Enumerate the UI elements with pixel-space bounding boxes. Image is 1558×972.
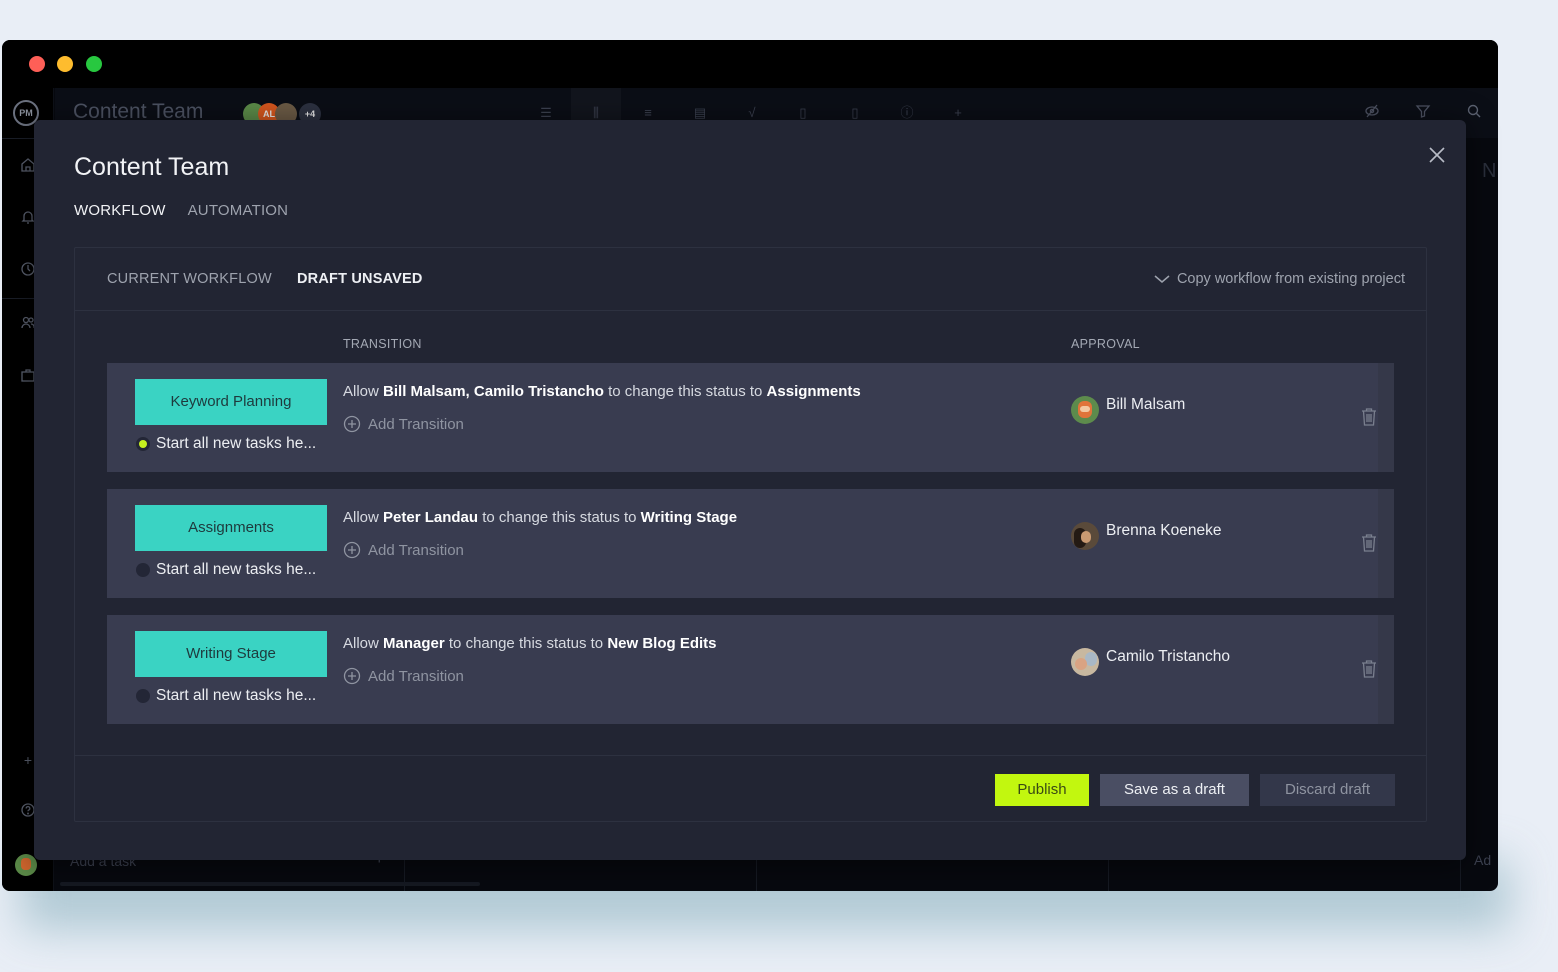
trash-icon[interactable] — [1360, 659, 1378, 679]
status-chip[interactable]: Keyword Planning — [135, 379, 327, 425]
title-bar — [2, 40, 1498, 88]
transition-middle-text: to change this status to — [448, 635, 604, 652]
background-column-label: N — [1482, 160, 1497, 182]
approver-avatar — [1071, 522, 1099, 550]
workflow-row: Assignments Start all new tasks he... Al… — [107, 489, 1394, 598]
start-status-label: Start all new tasks he... — [156, 561, 317, 578]
approver[interactable]: Camilo Tristancho — [1071, 647, 1230, 676]
plus-circle-icon — [343, 541, 361, 559]
copy-workflow-dropdown[interactable]: Copy workflow from existing project — [1153, 271, 1405, 287]
allow-prefix: Allow — [343, 383, 379, 400]
close-modal-button[interactable] — [1426, 144, 1448, 166]
modal-tabs: WORKFLOW AUTOMATION — [74, 202, 288, 219]
add-transition-label: Add Transition — [368, 667, 464, 685]
target-status[interactable]: Writing Stage — [641, 509, 737, 526]
workflow-panel-header: CURRENT WORKFLOW DRAFT UNSAVED Copy work… — [75, 248, 1426, 311]
publish-button[interactable]: Publish — [995, 774, 1089, 806]
background-add-label: Ad — [1474, 852, 1492, 868]
allowed-users[interactable]: Bill Malsam, Camilo Tristancho — [383, 383, 604, 400]
row-edge — [1378, 363, 1394, 472]
approver-avatar — [1071, 648, 1099, 676]
transition-middle-text: to change this status to — [482, 509, 637, 526]
plus-circle-icon — [343, 667, 361, 685]
transition-column-header: TRANSITION — [343, 337, 422, 351]
workflow-row: Writing Stage Start all new tasks he... … — [107, 615, 1394, 724]
close-icon — [1429, 147, 1445, 163]
horizontal-scrollbar[interactable] — [60, 882, 480, 886]
start-status-radio[interactable] — [136, 689, 150, 703]
target-status[interactable]: New Blog Edits — [607, 635, 716, 652]
allow-prefix: Allow — [343, 635, 379, 652]
transition-rule: Allow Manager to change this status to N… — [343, 635, 717, 652]
allowed-users[interactable]: Manager — [383, 635, 445, 652]
status-chip[interactable]: Writing Stage — [135, 631, 327, 677]
discard-draft-button[interactable]: Discard draft — [1260, 774, 1395, 806]
target-status[interactable]: Assignments — [767, 383, 861, 400]
user-avatar[interactable] — [15, 854, 37, 876]
start-status-label: Start all new tasks he... — [156, 435, 317, 452]
tab-automation[interactable]: AUTOMATION — [188, 202, 289, 219]
workflow-modal: Content Team WORKFLOW AUTOMATION CURRENT… — [34, 120, 1466, 860]
copy-workflow-label: Copy workflow from existing project — [1176, 271, 1405, 287]
transition-rule: Allow Peter Landau to change this status… — [343, 509, 737, 526]
tab-workflow[interactable]: WORKFLOW — [74, 202, 166, 219]
transition-rule: Allow Bill Malsam, Camilo Tristancho to … — [343, 383, 861, 400]
status-chip[interactable]: Assignments — [135, 505, 327, 551]
add-transition-label: Add Transition — [368, 541, 464, 559]
approver-name: Camilo Tristancho — [1106, 648, 1231, 665]
start-status-radio[interactable] — [136, 563, 150, 577]
workflow-row: Keyword Planning Start all new tasks he.… — [107, 363, 1394, 472]
maximize-window-button[interactable] — [86, 56, 102, 72]
add-transition-button[interactable]: Add Transition — [343, 667, 464, 685]
transition-middle-text: to change this status to — [608, 383, 763, 400]
minimize-window-button[interactable] — [57, 56, 73, 72]
approval-column-header: APPROVAL — [1071, 337, 1140, 351]
chevron-down-icon — [1154, 275, 1170, 283]
tab-current-workflow[interactable]: CURRENT WORKFLOW — [107, 271, 272, 287]
plus-circle-icon — [343, 415, 361, 433]
add-transition-button[interactable]: Add Transition — [343, 415, 464, 433]
save-draft-button[interactable]: Save as a draft — [1100, 774, 1249, 806]
start-status-radio[interactable] — [136, 437, 150, 451]
panel-footer-divider — [75, 755, 1426, 756]
approver-name: Brenna Koeneke — [1106, 522, 1222, 539]
add-transition-label: Add Transition — [368, 415, 464, 433]
search-icon[interactable] — [1464, 103, 1484, 123]
trash-icon[interactable] — [1360, 533, 1378, 553]
tab-draft-unsaved[interactable]: DRAFT UNSAVED — [297, 271, 423, 287]
modal-title: Content Team — [74, 153, 230, 181]
allowed-users[interactable]: Peter Landau — [383, 509, 478, 526]
approver-name: Bill Malsam — [1106, 396, 1186, 413]
row-edge — [1378, 489, 1394, 598]
row-edge — [1378, 615, 1394, 724]
allow-prefix: Allow — [343, 509, 379, 526]
approver[interactable]: Brenna Koeneke — [1071, 521, 1221, 550]
approver[interactable]: Bill Malsam — [1071, 395, 1185, 424]
add-transition-button[interactable]: Add Transition — [343, 541, 464, 559]
workflow-panel: CURRENT WORKFLOW DRAFT UNSAVED Copy work… — [74, 247, 1427, 822]
trash-icon[interactable] — [1360, 407, 1378, 427]
approver-avatar — [1071, 396, 1099, 424]
start-status-label: Start all new tasks he... — [156, 687, 317, 704]
close-window-button[interactable] — [29, 56, 45, 72]
